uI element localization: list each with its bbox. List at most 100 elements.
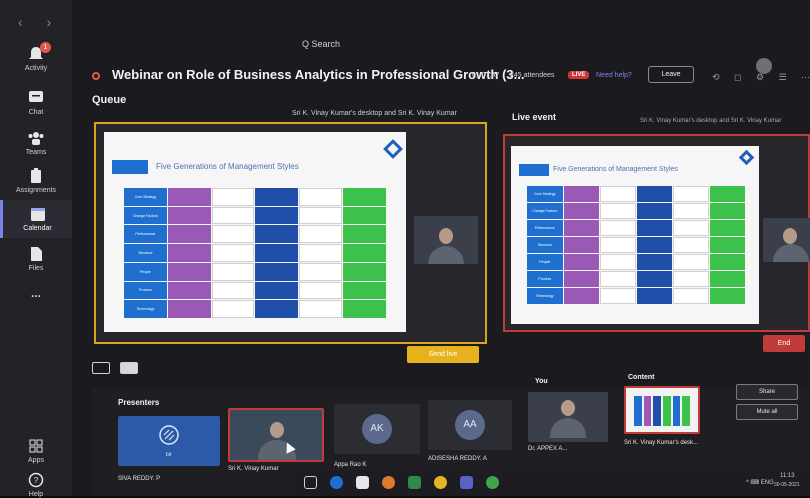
calendar-icon xyxy=(30,208,45,221)
row-label: Performance xyxy=(124,225,167,244)
task-view-icon[interactable] xyxy=(304,476,317,489)
rail-item-chat[interactable]: Chat xyxy=(0,90,72,116)
row-label: Change Factors xyxy=(527,203,563,219)
table-cell xyxy=(673,271,709,287)
queue-source: Sri K. Vinay Kumar's desktop and Sri K. … xyxy=(292,110,457,117)
content-tile[interactable] xyxy=(624,386,700,434)
svg-text:?: ? xyxy=(34,476,39,485)
rail-item-help[interactable]: ? Help xyxy=(0,472,72,498)
avatar[interactable] xyxy=(756,58,772,74)
table-cell xyxy=(709,288,745,304)
need-help-link[interactable]: Need help? xyxy=(596,72,632,79)
assignments-icon xyxy=(31,168,41,183)
presenter-camera xyxy=(414,216,478,264)
table-cell xyxy=(673,288,709,304)
row-label: Technology xyxy=(527,288,563,304)
thumbnail-block xyxy=(634,396,642,426)
camera-off-icon xyxy=(159,425,179,445)
table-cell xyxy=(709,254,745,270)
more-icon: ... xyxy=(30,286,41,300)
whatsapp-icon[interactable] xyxy=(486,476,499,489)
thumbnail-block xyxy=(672,396,681,426)
chrome-icon[interactable] xyxy=(434,476,447,489)
table-cell xyxy=(255,281,299,300)
rail-item-apps[interactable]: Apps xyxy=(0,438,72,464)
queue-preview[interactable]: Five Generations of Management Styles Co… xyxy=(94,122,487,344)
clock-date[interactable]: 30-05-2021 xyxy=(774,482,800,488)
table-cell xyxy=(343,244,386,262)
table-cell xyxy=(343,225,386,244)
table-cell xyxy=(167,188,211,206)
table-cell xyxy=(636,271,672,287)
table-cell xyxy=(563,254,599,270)
teams-taskbar-icon[interactable] xyxy=(460,476,473,489)
row-label: Core Strategy xyxy=(124,188,167,206)
rail-label: Assignments xyxy=(15,187,57,194)
layout-single-button[interactable] xyxy=(92,362,110,374)
layout-split-button[interactable] xyxy=(120,362,138,374)
presenter-name: SIVA REDDY. P xyxy=(118,476,161,482)
app-icon[interactable] xyxy=(408,476,421,489)
person-head xyxy=(270,422,284,438)
table-cell xyxy=(563,203,599,219)
queue-slide: Five Generations of Management Styles Co… xyxy=(104,132,406,332)
share-button[interactable]: Share xyxy=(736,384,798,400)
presenter-name: Sri K. Vinay Kumar xyxy=(228,466,279,472)
slide-title: Five Generations of Management Styles xyxy=(156,162,299,171)
rail-item-calendar[interactable]: Calendar xyxy=(0,200,72,238)
teams-window: ‹ › 1 Activity Chat Teams Assignments Ca… xyxy=(0,0,810,498)
table-cell xyxy=(673,186,709,202)
store-icon[interactable] xyxy=(356,476,369,489)
firefox-icon[interactable] xyxy=(382,476,395,489)
table-cell xyxy=(255,188,299,206)
table-cell xyxy=(299,206,343,225)
rail-item-assignments[interactable]: Assignments xyxy=(0,168,72,194)
table-cell xyxy=(343,262,386,281)
table-cell xyxy=(636,288,672,304)
thumbnail-block xyxy=(663,396,671,426)
presenter-name: ADISESHA REDDY. A xyxy=(428,456,487,462)
mute-all-button[interactable]: Mute all xyxy=(736,404,798,420)
rail-item-files[interactable]: Files xyxy=(0,246,72,272)
table-cell xyxy=(211,244,255,262)
slide-accent-bar xyxy=(519,164,549,176)
table-cell xyxy=(167,244,211,262)
table-cell xyxy=(343,206,386,225)
teams-icon xyxy=(28,132,44,145)
content-thumbnail xyxy=(634,396,691,426)
edge-icon[interactable] xyxy=(330,476,343,489)
rail-item-teams[interactable]: Teams xyxy=(0,130,72,156)
attendee-count[interactable]: 245 attendees xyxy=(510,72,554,79)
presenter-tile-active[interactable] xyxy=(228,408,324,462)
presenter-tile[interactable]: AA xyxy=(428,400,512,450)
nav-arrows[interactable]: ‹ › xyxy=(18,14,61,30)
row-label: Process xyxy=(527,271,563,287)
os-taskbar: ^ ⌨ ENG 11:13 30-05-2021 xyxy=(290,470,810,496)
tile-subtitle: bit xyxy=(166,452,172,458)
initials-avatar: AK xyxy=(362,414,392,444)
thumbnail-block xyxy=(682,396,691,426)
person-head xyxy=(783,228,797,244)
search-box[interactable]: Q Search xyxy=(302,39,340,49)
system-tray[interactable]: ^ ⌨ ENG xyxy=(746,479,774,486)
row-label: Process xyxy=(124,281,167,300)
live-event-source: Sri K. Vinay Kumar's desktop and Sri K. … xyxy=(640,118,782,124)
table-cell xyxy=(636,237,672,253)
table-cell xyxy=(563,237,599,253)
rail-label: Files xyxy=(28,265,44,272)
thumbnail-block xyxy=(653,396,662,426)
presenter-tile[interactable]: bit xyxy=(118,416,220,466)
clock-time[interactable]: 11:13 xyxy=(780,473,795,479)
live-event-preview[interactable]: Five Generations of Management Styles Co… xyxy=(503,134,810,332)
you-tile[interactable] xyxy=(528,392,608,442)
end-button[interactable]: End xyxy=(763,335,805,352)
table-cell xyxy=(600,203,636,219)
send-live-button[interactable]: Send live xyxy=(407,346,479,363)
rail-item-activity[interactable]: 1 Activity xyxy=(0,42,72,72)
rail-item-more[interactable]: ... xyxy=(0,286,72,300)
leave-button[interactable]: Leave xyxy=(648,66,694,83)
presenter-tile[interactable]: AK xyxy=(334,404,420,454)
presenters-label: Presenters xyxy=(118,398,160,407)
table-cell xyxy=(211,281,255,300)
table-cell xyxy=(299,262,343,281)
